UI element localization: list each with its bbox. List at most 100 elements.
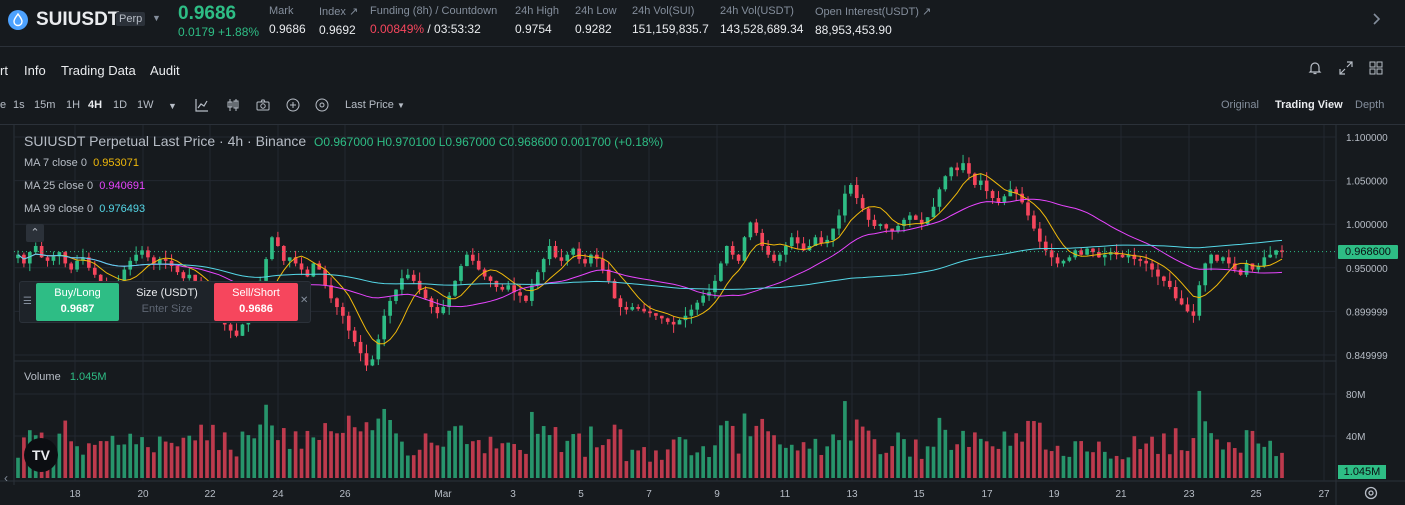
candle-body: [967, 163, 971, 174]
candle-body: [896, 225, 900, 232]
candle-body: [240, 324, 245, 336]
volume-bar: [293, 431, 298, 478]
volume-bar: [724, 420, 729, 478]
candle-body: [565, 254, 570, 261]
tab-audit[interactable]: Audit: [150, 63, 180, 78]
candle-body: [689, 309, 694, 316]
view-depth[interactable]: Depth: [1355, 99, 1384, 111]
candle-body: [406, 274, 410, 279]
volume-bar: [689, 455, 694, 478]
volume-bar: [1085, 451, 1089, 478]
layout-grid-icon[interactable]: [1368, 60, 1384, 76]
tab-trading-data[interactable]: Trading Data: [61, 63, 136, 78]
interval-partial[interactable]: e: [0, 99, 6, 111]
candle-body: [837, 215, 841, 229]
collapse-legend-icon[interactable]: ⌃: [26, 224, 44, 242]
symbol-dropdown-icon[interactable]: ▼: [152, 13, 161, 23]
volume-bar: [518, 449, 522, 478]
volume-bar: [896, 432, 900, 478]
volume-bar: [967, 446, 971, 478]
candle-body: [831, 228, 835, 240]
candle-body: [1191, 311, 1196, 316]
bell-icon[interactable]: [1307, 60, 1323, 76]
close-icon[interactable]: ✕: [300, 295, 308, 306]
tab-chart[interactable]: rt: [0, 63, 8, 78]
volume-bar: [140, 437, 144, 478]
interval-1w[interactable]: 1W: [137, 99, 154, 111]
volume-bar: [476, 440, 481, 478]
candle-body: [990, 191, 995, 199]
candle-body: [1215, 254, 1219, 261]
volume-bar: [1108, 458, 1113, 478]
chart-area[interactable]: 1.100000 1.050000 1.000000 0.950000 0.899999…: [0, 124, 1405, 505]
volume-bar: [1002, 431, 1007, 478]
volume-bar: [925, 446, 930, 478]
indicator-icon[interactable]: [195, 98, 209, 112]
interval-15m[interactable]: 15m: [34, 99, 55, 111]
price-type-select[interactable]: Last Price ▼: [345, 99, 405, 111]
more-chevron-icon[interactable]: [1370, 12, 1384, 26]
volume-bar: [937, 417, 942, 478]
volume-bar: [406, 455, 410, 478]
stat-24h-vol-sui: 24h Vol(SUI) 151,159,835.7: [632, 5, 709, 36]
candle-body: [358, 341, 363, 354]
volume-bar: [547, 435, 552, 478]
volume-bar: [252, 438, 257, 478]
view-trading-view[interactable]: Trading View: [1275, 99, 1343, 111]
stat-index[interactable]: Index ↗ 0.9692: [319, 5, 358, 37]
stat-value: 0.9692: [319, 23, 356, 37]
drag-handle-icon[interactable]: ☰: [23, 296, 32, 307]
candle-body: [1162, 276, 1166, 281]
candle-body: [1055, 257, 1060, 264]
ma7-label: MA 7 close 0: [24, 157, 87, 169]
time-tick-label: 18: [69, 489, 81, 500]
chart-settings-icon[interactable]: [315, 98, 329, 112]
size-input[interactable]: Enter Size: [121, 303, 213, 315]
tab-info[interactable]: Info: [24, 63, 46, 78]
volume-bar: [358, 431, 363, 478]
stat-funding: Funding (8h) / Countdown 0.00849% / 03:5…: [370, 5, 497, 36]
candle-body: [1238, 269, 1243, 275]
interval-4h[interactable]: 4H: [88, 99, 102, 111]
size-field[interactable]: Size (USDT) Enter Size: [121, 283, 213, 321]
candle-body: [1179, 298, 1184, 305]
time-tick-label: 26: [339, 489, 351, 500]
axis-settings-icon[interactable]: [1364, 486, 1378, 500]
volume-bar: [1055, 445, 1060, 478]
time-tick-label: Mar: [434, 489, 452, 500]
tradingview-logo[interactable]: TV: [24, 438, 58, 472]
volume-bar: [683, 439, 688, 478]
candle-body: [665, 318, 670, 322]
volume-bar: [157, 436, 162, 478]
view-original[interactable]: Original: [1221, 99, 1259, 111]
fullscreen-icon[interactable]: [1338, 60, 1354, 76]
stat-open-interest[interactable]: Open Interest(USDT) ↗ 88,953,453.90: [815, 5, 931, 37]
candle-type-icon[interactable]: [226, 98, 240, 112]
volume-bar: [648, 461, 652, 478]
candle-body: [866, 208, 871, 220]
volume-bar: [831, 434, 835, 478]
volume-bar: [784, 447, 788, 478]
symbol-name[interactable]: SUIUSDT: [36, 9, 119, 31]
candle-body: [417, 280, 422, 290]
interval-1d[interactable]: 1D: [113, 99, 127, 111]
volume-bar: [919, 458, 924, 478]
candle-body: [1138, 259, 1143, 261]
scroll-left-icon[interactable]: ‹: [4, 471, 8, 485]
camera-icon[interactable]: [256, 98, 270, 112]
interval-dropdown-icon[interactable]: ▼: [168, 101, 177, 111]
stat-value: 88,953,453.90: [815, 23, 892, 37]
volume-bar: [146, 447, 150, 478]
buy-long-button[interactable]: Buy/Long 0.9687: [36, 283, 119, 321]
candle-body: [872, 219, 877, 226]
sell-short-button[interactable]: Sell/Short 0.9686: [214, 283, 298, 321]
candle-body: [476, 260, 481, 270]
interval-1s[interactable]: 1s: [13, 99, 25, 111]
add-indicator-icon[interactable]: [286, 98, 300, 112]
volume-bar: [299, 448, 304, 478]
volume-bar: [305, 430, 310, 478]
candle-body: [535, 272, 540, 286]
interval-1h[interactable]: 1H: [66, 99, 80, 111]
time-tick-label: 19: [1048, 489, 1060, 500]
volume-bar: [394, 433, 398, 478]
